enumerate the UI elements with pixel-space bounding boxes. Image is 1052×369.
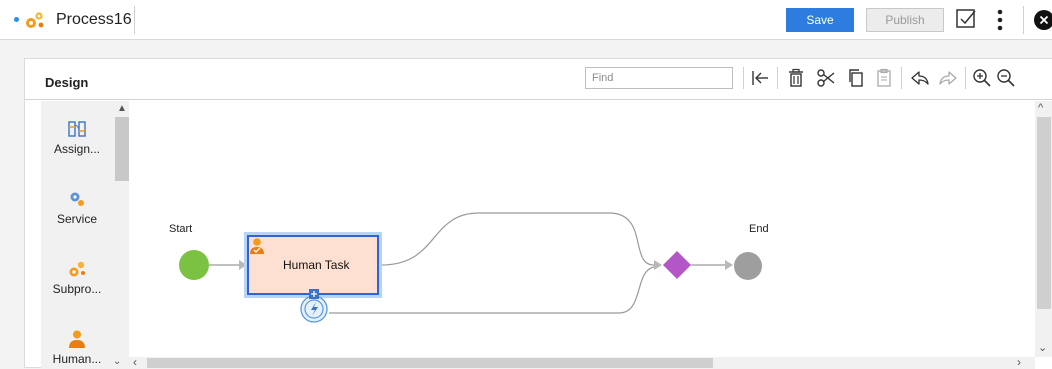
palette-item-service[interactable]: Service [41,189,113,226]
palette-item-label: Service [56,212,97,226]
subprocess-icon [69,261,85,277]
delete-icon[interactable] [785,67,807,89]
cut-icon[interactable] [815,67,837,89]
top-bar: Process16 Save Publish [0,0,1052,40]
process-title: Process16 [56,11,132,28]
palette-item-assignment[interactable]: Assign... [41,119,113,156]
zoom-out-icon[interactable] [995,67,1017,89]
start-event-node[interactable] [178,249,210,281]
palette-item-human-task[interactable]: Human... [41,329,113,366]
human-task-icon [250,238,264,254]
human-task-node[interactable]: Human Task [247,235,379,295]
find-input[interactable] [585,67,733,89]
palette-scroll-thumb[interactable] [115,117,129,181]
divider [965,67,966,89]
chevron-up-icon[interactable]: ^ [1038,102,1043,114]
undo-icon[interactable] [909,67,931,89]
publish-button[interactable]: Publish [866,8,944,32]
divider [25,99,1052,100]
canvas-horizontal-scroll-thumb[interactable] [147,358,713,368]
redo-icon[interactable] [937,67,959,89]
go-to-start-icon[interactable] [749,67,771,89]
chevron-down-icon[interactable]: ⌄ [113,356,121,367]
human-task-icon [69,330,85,348]
chevron-right-icon[interactable]: › [1017,355,1021,369]
end-event-node[interactable] [733,251,763,281]
task-label: Human Task [283,258,350,272]
step-palette: Assign... Service Subpro... Human... ▲ ⌄ [41,101,129,369]
service-icon [70,192,84,206]
divider [901,67,902,89]
zoom-in-icon[interactable] [971,67,993,89]
assignment-icon [68,121,86,137]
design-panel: Design Find Assign... Service Subpro... … [24,58,1052,369]
paste-icon[interactable] [873,67,895,89]
process-gears-icon [26,12,44,28]
palette-item-label: Assign... [53,142,101,156]
divider [1023,6,1024,34]
more-options-icon[interactable] [994,7,1006,33]
end-label: End [749,223,769,235]
unsaved-indicator [14,17,19,22]
palette-item-label: Human... [52,352,102,366]
design-title: Design [45,75,89,90]
divider [777,67,778,89]
validate-check-icon[interactable] [954,7,978,31]
close-icon[interactable] [1034,10,1052,30]
start-label: Start [169,223,193,235]
save-button[interactable]: Save [786,8,854,32]
canvas-vertical-scroll-thumb[interactable] [1037,117,1051,309]
palette-item-subprocess[interactable]: Subpro... [41,259,113,296]
divider [743,67,744,89]
copy-icon[interactable] [845,67,867,89]
divider [134,6,135,34]
gateway-node[interactable] [662,250,692,280]
chevron-left-icon[interactable]: ‹ [133,355,137,369]
boundary-event-node[interactable] [297,289,331,323]
chevron-up-icon[interactable]: ▲ [117,103,127,114]
palette-item-label: Subpro... [52,282,102,296]
chevron-down-icon[interactable]: ⌄ [1038,341,1047,354]
process-canvas[interactable]: Start Human Task End [129,101,1052,369]
